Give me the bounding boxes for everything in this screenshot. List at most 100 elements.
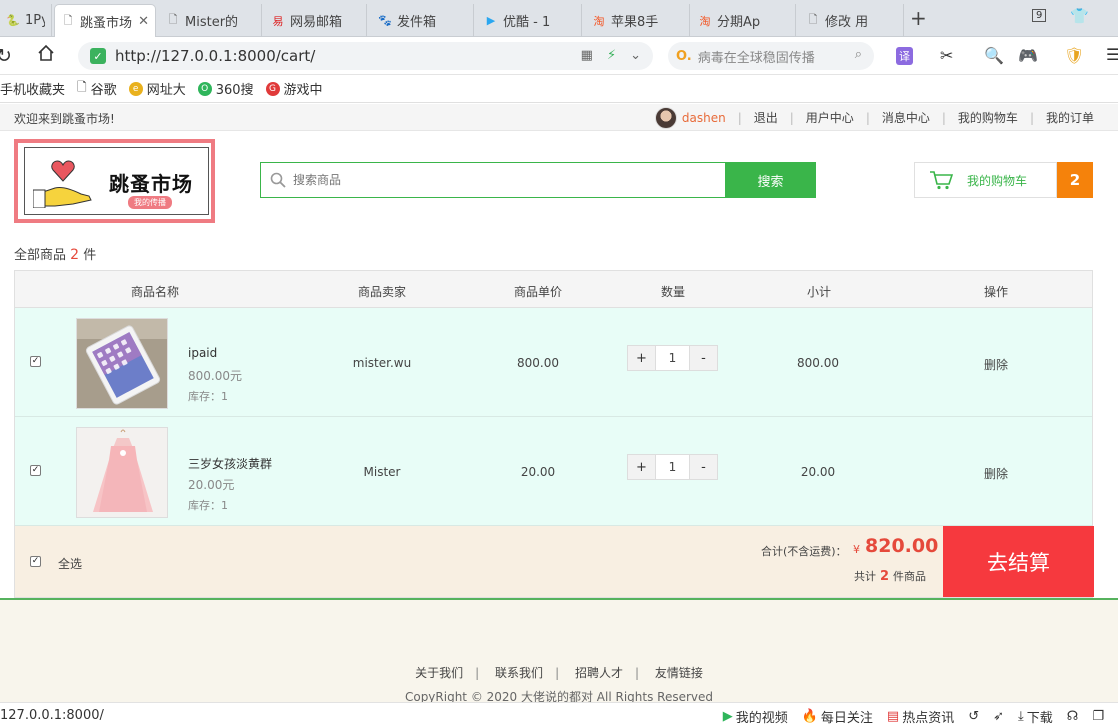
delete-link[interactable]: 删除 bbox=[926, 465, 1066, 482]
browser-tab[interactable]: 🐾 发件箱 bbox=[372, 4, 474, 37]
status-history[interactable]: ↺ bbox=[968, 709, 979, 724]
headset-icon: ☊ bbox=[1066, 709, 1079, 724]
browser-tab[interactable]: 🗋 修改 用 bbox=[800, 4, 904, 37]
username-link[interactable]: dashen bbox=[682, 111, 726, 125]
checkout-button[interactable]: 去结算 bbox=[943, 526, 1094, 597]
status-window[interactable]: ❐ bbox=[1092, 709, 1104, 724]
message-center-link[interactable]: 消息中心 bbox=[882, 109, 930, 126]
browser-tab[interactable]: 易网易邮箱 bbox=[265, 4, 367, 37]
product-name[interactable]: 三岁女孩淡黄群 bbox=[188, 455, 272, 472]
qr-grid-icon[interactable]: ▦ bbox=[581, 48, 593, 63]
close-icon[interactable]: ✕ bbox=[138, 14, 149, 29]
unit-price: 800.00 bbox=[517, 356, 559, 370]
product-seller: Mister bbox=[363, 465, 401, 479]
page-icon: 🗋 bbox=[77, 80, 87, 94]
bookmark-label: 网址大 bbox=[146, 83, 186, 98]
taobao-icon: 淘 bbox=[699, 14, 711, 28]
status-my-videos[interactable]: ▶ 我的视频 bbox=[723, 707, 788, 726]
browser-tab-title: 跳蚤市场 bbox=[80, 16, 133, 31]
browser-tab[interactable]: 🗋 跳蚤市场 ✕ bbox=[54, 4, 156, 38]
search-button[interactable]: 搜索 bbox=[725, 162, 816, 198]
gamepad-icon[interactable]: 🎮 bbox=[1018, 46, 1038, 65]
play-icon: ▶ bbox=[722, 709, 733, 724]
game-center-icon: G bbox=[265, 81, 280, 96]
quantity-increase-button[interactable]: + bbox=[628, 455, 655, 479]
quantity-stepper: + 1 - bbox=[627, 454, 718, 480]
magnifier-icon[interactable]: 🔍 bbox=[984, 46, 1004, 65]
browser-tab[interactable]: ▶ 优酷 - 1 bbox=[478, 4, 582, 37]
cart-table-header: 商品名称 商品卖家 商品单价 数量 小计 操作 bbox=[15, 271, 1092, 308]
lightning-icon[interactable]: ⚡ bbox=[607, 48, 616, 63]
col-unit-price: 商品单价 bbox=[514, 285, 563, 299]
home-icon[interactable] bbox=[36, 43, 56, 68]
bookmark-hao[interactable]: e 网址大 bbox=[128, 79, 186, 98]
user-center-link[interactable]: 用户中心 bbox=[806, 109, 854, 126]
scissors-icon[interactable]: ✂ bbox=[940, 46, 953, 65]
my-orders-link[interactable]: 我的订单 bbox=[1046, 109, 1094, 126]
translate-icon[interactable]: 译 bbox=[896, 47, 913, 65]
status-news[interactable]: ▤ 热点资讯 bbox=[887, 707, 954, 726]
tab-count-badge[interactable]: 9 bbox=[1032, 9, 1047, 22]
avatar[interactable] bbox=[654, 106, 677, 129]
product-image-ipad[interactable] bbox=[76, 318, 168, 409]
quantity-decrease-button[interactable]: - bbox=[690, 455, 717, 479]
row-checkbox[interactable]: ✓ bbox=[30, 465, 41, 476]
product-price: 20.00元 bbox=[188, 478, 235, 492]
footer-friends-link[interactable]: 友情链接 bbox=[655, 666, 703, 680]
url-field[interactable]: ✓ http://127.0.0.1:8000/cart/ ▦ ⚡ ⌄ bbox=[78, 42, 653, 70]
logout-link[interactable]: 退出 bbox=[754, 109, 778, 126]
search-icon[interactable]: ⌕ bbox=[855, 47, 862, 62]
chevron-down-icon[interactable]: ⌄ bbox=[630, 48, 641, 63]
wallet-shield-icon[interactable]: 🛡 bbox=[1064, 46, 1084, 65]
browser-tab-title: 网易邮箱 bbox=[290, 15, 343, 30]
quantity-value[interactable]: 1 bbox=[655, 346, 690, 370]
select-all-label[interactable]: 全选 bbox=[58, 555, 82, 572]
quantity-increase-button[interactable]: + bbox=[628, 346, 655, 370]
site-logo[interactable]: 跳蚤市场 我的传播 bbox=[14, 139, 215, 223]
browser-tab[interactable]: 淘苹果8手 bbox=[586, 4, 690, 37]
flame-icon: 🔥 bbox=[801, 709, 818, 724]
cart-count-badge[interactable]: 2 bbox=[1057, 162, 1093, 198]
search-360-icon: O bbox=[197, 81, 212, 96]
quantity-value[interactable]: 1 bbox=[655, 455, 690, 479]
status-rocket[interactable]: ➶ bbox=[993, 709, 1004, 724]
secure-shield-icon: ✓ bbox=[90, 48, 106, 64]
browser-tab[interactable]: 🗋 Mister的 bbox=[160, 4, 262, 37]
browser-search-field[interactable]: O. 病毒在全球稳固传播 ⌕ bbox=[668, 42, 874, 70]
bookmark-mobile[interactable]: 手机收藏夹 bbox=[0, 79, 65, 98]
footer-about-link[interactable]: 关于我们 bbox=[415, 666, 463, 680]
logo-subtitle: 我的传播 bbox=[128, 196, 172, 209]
search-input[interactable] bbox=[293, 164, 713, 196]
row-checkbox[interactable]: ✓ bbox=[30, 356, 41, 367]
header-cart-button[interactable]: 我的购物车 bbox=[914, 162, 1057, 198]
browser-tab[interactable]: 🐍 1Py bbox=[0, 4, 52, 37]
footer-jobs-link[interactable]: 招聘人才 bbox=[575, 666, 623, 680]
new-tab-button[interactable]: + bbox=[910, 6, 927, 30]
footer-contact-link[interactable]: 联系我们 bbox=[495, 666, 543, 680]
history-icon: ↺ bbox=[968, 709, 980, 724]
taobao-icon: 淘 bbox=[593, 14, 605, 28]
baidu-paw-icon: 🐾 bbox=[378, 14, 392, 27]
my-cart-link[interactable]: 我的购物车 bbox=[958, 109, 1018, 126]
bookmark-google[interactable]: 🗋 谷歌 bbox=[77, 78, 117, 99]
status-headset[interactable]: ☊ bbox=[1067, 709, 1079, 724]
browser-tab[interactable]: 淘分期Ap bbox=[692, 4, 796, 37]
product-image-dress[interactable] bbox=[76, 427, 168, 518]
rocket-icon: ➶ bbox=[993, 709, 1005, 724]
total-count: 2 bbox=[70, 247, 80, 263]
reload-icon[interactable]: ↻ bbox=[0, 45, 12, 67]
count-suffix: 件商品 bbox=[893, 570, 927, 583]
delete-link[interactable]: 删除 bbox=[926, 356, 1066, 373]
col-seller: 商品卖家 bbox=[358, 285, 407, 299]
product-name[interactable]: ipaid bbox=[188, 346, 217, 360]
status-daily[interactable]: 🔥 每日关注 bbox=[802, 707, 873, 726]
bookmarks-bar: 手机收藏夹 🗋 谷歌 e 网址大 O 360搜 G 游戏中 bbox=[0, 75, 1118, 103]
shirt-icon[interactable]: 👕 bbox=[1070, 7, 1089, 25]
status-download[interactable]: ⤓ 下载 bbox=[1018, 707, 1053, 726]
quantity-decrease-button[interactable]: - bbox=[690, 346, 717, 370]
window-icon: ❐ bbox=[1092, 709, 1104, 724]
bookmark-games[interactable]: G 游戏中 bbox=[265, 79, 323, 98]
bookmark-360[interactable]: O 360搜 bbox=[197, 79, 254, 98]
menu-icon[interactable]: ☰ bbox=[1106, 45, 1118, 64]
select-all-checkbox[interactable]: ✓ bbox=[30, 556, 41, 567]
